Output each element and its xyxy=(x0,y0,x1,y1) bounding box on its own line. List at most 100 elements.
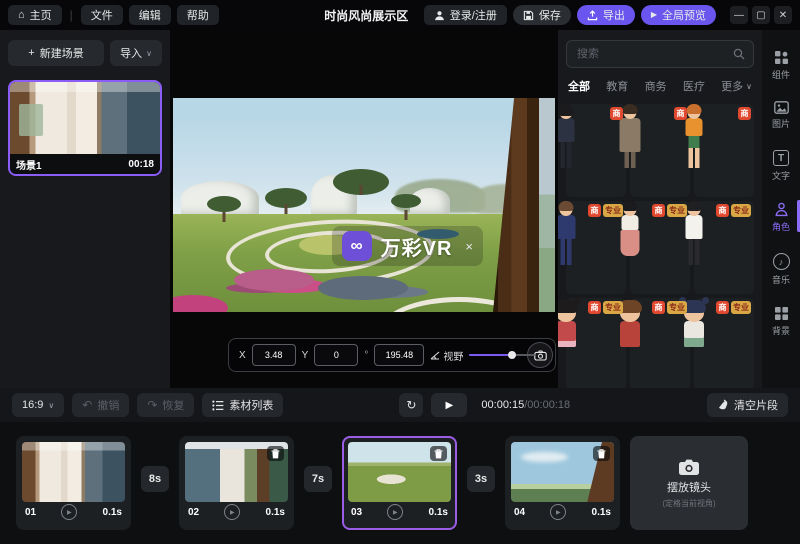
clip-play-icon[interactable]: ▶ xyxy=(387,504,403,520)
play-button[interactable]: ▶ xyxy=(431,393,467,417)
asset-type-sidebar: 组件 图片 T 文字 角色 ♪ 音乐 xyxy=(762,30,800,388)
wancai-logo-icon: ∞ xyxy=(342,231,372,261)
delete-clip-icon[interactable] xyxy=(593,446,610,461)
character-card[interactable]: 商 xyxy=(694,104,754,197)
clip-play-icon[interactable]: ▶ xyxy=(550,504,566,520)
import-button[interactable]: 导入 ∨ xyxy=(110,40,162,66)
tab-all[interactable]: 全部 xyxy=(568,78,590,94)
sidebar-item-text[interactable]: T 文字 xyxy=(762,150,800,182)
place-camera-button[interactable]: 摆放镜头 (定格当前视角) xyxy=(630,436,748,530)
angle-icon xyxy=(430,351,440,360)
transition-duration-badge[interactable]: 7s xyxy=(304,466,332,492)
scene-card-1[interactable]: 场景1 00:18 xyxy=(8,80,162,176)
menu-file[interactable]: 文件 xyxy=(81,5,123,25)
loop-button[interactable]: ↻ xyxy=(399,393,423,417)
tab-education[interactable]: 教育 xyxy=(606,78,628,94)
global-preview-label: 全局预览 xyxy=(662,7,706,23)
tab-more[interactable]: 更多 ∨ xyxy=(721,78,752,94)
sidebar-item-components[interactable]: 组件 xyxy=(762,50,800,81)
commercial-badge: 商 xyxy=(738,107,751,120)
watermark-text: 万彩VR xyxy=(381,232,453,261)
export-button[interactable]: 导出 xyxy=(577,5,635,25)
menu-help[interactable]: 帮助 xyxy=(177,5,219,25)
save-button[interactable]: 保存 xyxy=(513,5,571,25)
sidebar-item-characters[interactable]: 角色 xyxy=(762,202,800,233)
maximize-icon[interactable]: ▢ xyxy=(752,6,770,24)
video-preview[interactable]: ∞ 万彩VR × xyxy=(173,98,555,312)
search-input[interactable] xyxy=(575,47,727,61)
character-card[interactable]: 商专业 xyxy=(694,298,754,388)
y-label: Y xyxy=(302,350,309,361)
commercial-badge: 商 xyxy=(588,301,601,314)
character-card[interactable]: 商专业 xyxy=(630,201,690,294)
transition-duration-badge[interactable]: 8s xyxy=(141,466,169,492)
search-icon[interactable] xyxy=(733,48,745,60)
timeline-clip-04[interactable]: 04 ▶ 0.1s xyxy=(505,436,620,530)
clip-play-icon[interactable]: ▶ xyxy=(61,504,77,520)
close-icon[interactable]: ✕ xyxy=(774,6,792,24)
undo-button[interactable]: ↶ 撤销 xyxy=(72,393,129,417)
delete-clip-icon[interactable] xyxy=(430,446,447,461)
commercial-badge: 商 xyxy=(652,204,665,217)
new-scene-button[interactable]: + 新建场景 xyxy=(8,40,104,66)
timeline-clip-02[interactable]: 02 ▶ 0.1s xyxy=(179,436,294,530)
home-icon: ⌂ xyxy=(18,10,25,21)
home-button[interactable]: ⌂ 主页 xyxy=(8,5,62,25)
character-grid: 商 商 商 商专业 商专业 xyxy=(566,104,754,388)
clear-clips-button[interactable]: 清空片段 xyxy=(707,393,788,417)
time-total: 00:00:18 xyxy=(527,399,570,411)
stage: ∞ 万彩VR × X Y ° 视野 xyxy=(170,30,558,388)
export-icon xyxy=(587,10,598,21)
clip-number: 03 xyxy=(351,507,362,518)
project-title: 时尚风尚展示区 xyxy=(315,7,418,24)
y-input[interactable] xyxy=(314,344,358,366)
search-box xyxy=(566,40,754,68)
character-card[interactable]: 商 xyxy=(566,104,626,197)
list-icon xyxy=(212,400,224,411)
clip-duration: 0.1s xyxy=(429,507,448,518)
menu-edit[interactable]: 编辑 xyxy=(129,5,171,25)
character-card[interactable]: 商专业 xyxy=(630,298,690,388)
clip-number: 02 xyxy=(188,507,199,518)
preview-bushes xyxy=(318,276,408,300)
tab-business[interactable]: 商务 xyxy=(645,78,667,94)
sidebar-item-images[interactable]: 图片 xyxy=(762,101,800,130)
tab-medical[interactable]: 医疗 xyxy=(683,78,705,94)
character-card[interactable]: 商专业 xyxy=(566,201,626,294)
pro-badge: 专业 xyxy=(731,204,751,217)
scene-name: 场景1 xyxy=(16,157,42,172)
rotation-input[interactable] xyxy=(374,344,424,366)
fov-slider-thumb[interactable] xyxy=(508,351,516,359)
preview-tree xyxy=(265,188,307,208)
timeline-clip-03[interactable]: 03 ▶ 0.1s xyxy=(342,436,457,530)
transition-duration-badge[interactable]: 3s xyxy=(467,466,495,492)
commercial-badge: 商 xyxy=(674,107,687,120)
x-input[interactable] xyxy=(252,344,296,366)
minimize-icon[interactable]: — xyxy=(730,6,748,24)
delete-clip-icon[interactable] xyxy=(267,446,284,461)
global-preview-button[interactable]: ▶ 全局预览 xyxy=(641,5,716,25)
clip-play-icon[interactable]: ▶ xyxy=(224,504,240,520)
fov-slider[interactable] xyxy=(469,348,535,362)
commercial-badge: 商 xyxy=(652,301,665,314)
character-card[interactable]: 商专业 xyxy=(694,201,754,294)
pro-badge: 专业 xyxy=(603,301,623,314)
character-card[interactable]: 商专业 xyxy=(566,298,626,388)
aspect-ratio-button[interactable]: 16:9 ∨ xyxy=(12,393,64,417)
app-window: ⌂ 主页 | 文件 编辑 帮助 时尚风尚展示区 登录/注册 保存 导出 ▶ xyxy=(0,0,800,544)
menu-divider: | xyxy=(70,8,73,22)
character-card[interactable]: 商 xyxy=(630,104,690,197)
time-current: 00:00:15 xyxy=(481,399,524,411)
sidebar-item-music[interactable]: ♪ 音乐 xyxy=(762,253,800,286)
place-camera-hint: (定格当前视角) xyxy=(662,498,715,509)
main-area: + 新建场景 导入 ∨ 场景1 00:18 xyxy=(0,30,800,388)
redo-button[interactable]: ↷ 恢复 xyxy=(137,393,194,417)
sidebar-item-background[interactable]: 背景 xyxy=(762,306,800,337)
watermark-close-icon[interactable]: × xyxy=(465,239,473,254)
playback-controls: ↻ ▶ 00:00:15/00:00:18 xyxy=(399,393,570,417)
login-button[interactable]: 登录/注册 xyxy=(424,5,507,25)
material-list-button[interactable]: 素材列表 xyxy=(202,393,283,417)
timeline-clip-01[interactable]: 01 ▶ 0.1s xyxy=(16,436,131,530)
undo-label: 撤销 xyxy=(97,397,119,413)
chevron-down-icon: ∨ xyxy=(146,49,152,58)
